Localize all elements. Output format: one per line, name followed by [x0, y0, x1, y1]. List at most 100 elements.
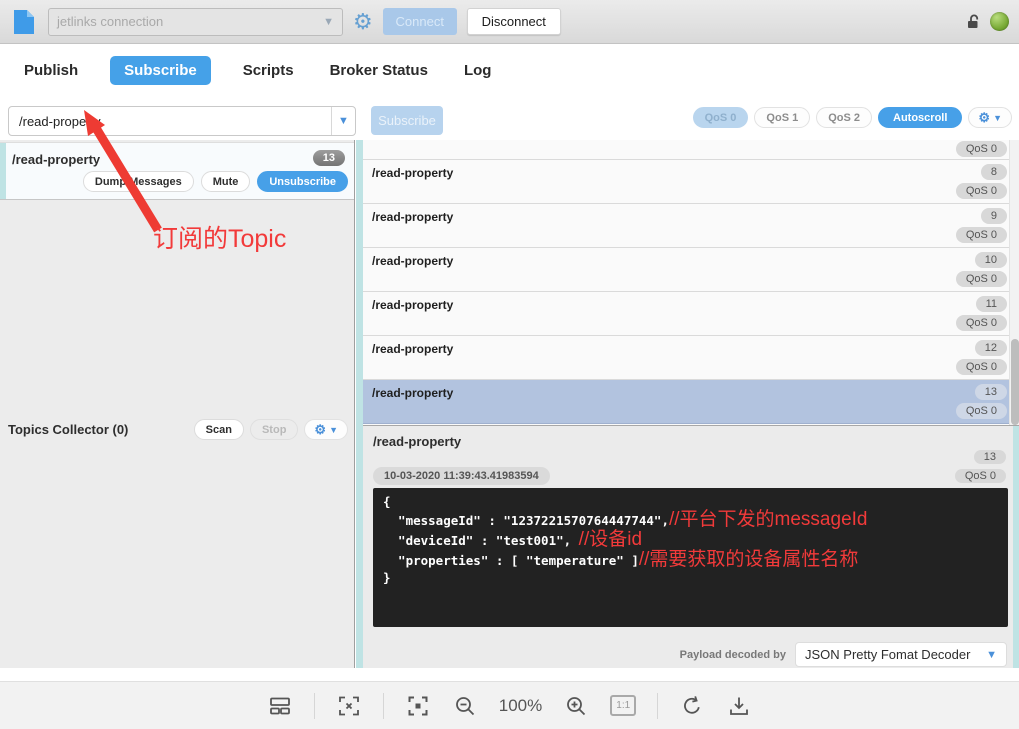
message-topic: /read-property	[372, 166, 453, 180]
zoom-in-icon[interactable]	[563, 693, 589, 719]
unsubscribe-button[interactable]: Unsubscribe	[257, 171, 348, 192]
message-number-badge: 8	[981, 164, 1007, 180]
message-list-scrollbar[interactable]	[1009, 140, 1019, 425]
payload-decoder-value: JSON Pretty Fomat Decoder	[805, 647, 970, 662]
payload-decoder-label: Payload decoded by	[680, 649, 786, 661]
connection-dropdown-value: jetlinks connection	[57, 14, 163, 29]
message-list: QoS 0 /read-property 8 QoS 0 /read-prope…	[363, 140, 1019, 425]
message-topic: /read-property	[372, 342, 453, 356]
connection-settings-gear-icon[interactable]: ⚙	[353, 11, 373, 33]
topic-input[interactable]	[9, 107, 331, 135]
payload-annotation-red: //需要获取的设备属性名称	[639, 550, 859, 569]
message-detail: /read-property 13 10-03-2020 11:39:43.41…	[363, 425, 1019, 668]
connection-dropdown[interactable]: jetlinks connection ▼	[48, 8, 343, 36]
toolbar-separator	[657, 693, 658, 719]
topics-collector-title: Topics Collector (0)	[8, 422, 128, 437]
message-number-badge: 11	[976, 296, 1007, 312]
payload-code-line: {	[383, 494, 391, 510]
qos-badge: QoS 0	[956, 271, 1007, 287]
message-topic: /read-property	[372, 298, 453, 312]
payload-decoder-dropdown[interactable]: JSON Pretty Fomat Decoder ▼	[795, 642, 1007, 667]
connection-status-indicator	[990, 12, 1009, 31]
new-profile-icon[interactable]	[12, 8, 36, 36]
dump-messages-button[interactable]: Dump Messages	[83, 171, 194, 192]
messages-accent-strip	[356, 140, 363, 668]
message-number-badge: 9	[981, 208, 1007, 224]
rotate-icon[interactable]	[679, 693, 705, 719]
payload-annotation-red: //设备id	[579, 530, 642, 549]
detail-topic: /read-property	[373, 434, 461, 449]
qos-controls: QoS 0 QoS 1 QoS 2 Autoscroll ⚙▼	[693, 107, 1012, 128]
message-row[interactable]: /read-property 11 QoS 0	[363, 292, 1019, 336]
download-icon[interactable]	[726, 693, 752, 719]
qos0-button[interactable]: QoS 0	[693, 107, 749, 128]
subscription-topic: /read-property	[12, 152, 100, 167]
subscription-item[interactable]: /read-property 13 Dump Messages Mute Uns…	[0, 142, 354, 200]
message-topic: /read-property	[372, 386, 453, 400]
tab-log[interactable]: Log	[460, 56, 496, 85]
subscription-actions: Dump Messages Mute Unsubscribe	[83, 171, 348, 192]
gears-icon: ⚙	[978, 110, 990, 126]
tab-publish[interactable]: Publish	[20, 56, 82, 85]
qos-badge: QoS 0	[956, 183, 1007, 199]
message-number-badge: 12	[975, 340, 1007, 356]
chevron-down-icon: ▼	[323, 16, 334, 28]
chevron-down-icon: ▼	[329, 425, 338, 435]
message-row[interactable]: /read-property 12 QoS 0	[363, 336, 1019, 380]
disconnect-button[interactable]: Disconnect	[467, 8, 561, 35]
qos1-button[interactable]: QoS 1	[754, 107, 810, 128]
annotation-subscribed-topic-label: 订阅的Topic	[153, 219, 286, 255]
scrollbar-thumb[interactable]	[1011, 339, 1019, 425]
message-row-selected[interactable]: /read-property 13 QoS 0	[363, 380, 1019, 424]
image-viewer-toolbar: 100% 1:1	[0, 681, 1019, 729]
toolbar-separator	[314, 693, 315, 719]
message-topic: /read-property	[372, 210, 453, 224]
qos-badge: QoS 0	[956, 315, 1007, 331]
topic-combobox: ▼	[8, 106, 356, 136]
message-row[interactable]: /read-property 9 QoS 0	[363, 204, 1019, 248]
message-number-badge: 10	[975, 252, 1007, 268]
topics-collector-actions: Scan Stop ⚙▼	[194, 419, 348, 440]
zoom-level-label: 100%	[499, 696, 542, 716]
connect-button[interactable]: Connect	[383, 8, 457, 35]
qos-badge: QoS 0	[956, 403, 1007, 419]
tab-subscribe[interactable]: Subscribe	[110, 56, 211, 85]
qos-badge: QoS 0	[956, 359, 1007, 375]
payload-code-line: }	[383, 570, 391, 586]
payload-viewer[interactable]: { "messageId" : "1237221570764447744",//…	[373, 488, 1008, 627]
payload-code-line: "deviceId" : "test001",	[383, 531, 579, 550]
chevron-down-icon: ▼	[993, 113, 1002, 123]
autoscroll-button[interactable]: Autoscroll	[878, 107, 962, 128]
qos-badge: QoS 0	[956, 141, 1007, 157]
payload-decoder-row: Payload decoded by JSON Pretty Fomat Dec…	[680, 642, 1007, 667]
gears-icon: ⚙	[314, 422, 326, 438]
main-tabbar: Publish Subscribe Scripts Broker Status …	[0, 45, 1019, 95]
subscribe-button[interactable]: Subscribe	[371, 106, 443, 135]
toolbar-separator	[383, 693, 384, 719]
message-row[interactable]: /read-property 10 QoS 0	[363, 248, 1019, 292]
detail-qos-badge: QoS 0	[955, 469, 1006, 483]
qos2-button[interactable]: QoS 2	[816, 107, 872, 128]
zoom-out-icon[interactable]	[452, 693, 478, 719]
payload-annotation-red: //平台下发的messageId	[669, 510, 868, 529]
layout-grid-icon[interactable]	[267, 693, 293, 719]
subscribe-controls-row: ▼ Subscribe QoS 0 QoS 1 QoS 2 Autoscroll…	[0, 95, 1019, 140]
actual-size-icon[interactable]: 1:1	[610, 695, 636, 716]
lock-open-icon	[966, 13, 983, 30]
connection-toolbar: jetlinks connection ▼ ⚙ Connect Disconne…	[0, 0, 1019, 44]
message-row-partial[interactable]: QoS 0	[363, 140, 1019, 160]
topics-collector-section: Topics Collector (0) Scan Stop ⚙▼	[0, 415, 354, 445]
message-row[interactable]: /read-property 8 QoS 0	[363, 160, 1019, 204]
fit-screen-x-icon[interactable]	[336, 693, 362, 719]
stop-button[interactable]: Stop	[250, 419, 298, 440]
subscribe-options-gears-button[interactable]: ⚙▼	[968, 107, 1012, 128]
message-topic: /read-property	[372, 254, 453, 268]
topic-dropdown-arrow-icon[interactable]: ▼	[331, 107, 355, 135]
connection-status-area	[966, 12, 1009, 31]
expand-icon[interactable]	[405, 693, 431, 719]
tab-scripts[interactable]: Scripts	[239, 56, 298, 85]
scan-button[interactable]: Scan	[194, 419, 244, 440]
tab-broker-status[interactable]: Broker Status	[326, 56, 432, 85]
collector-options-gears-button[interactable]: ⚙▼	[304, 419, 348, 440]
mute-button[interactable]: Mute	[201, 171, 251, 192]
